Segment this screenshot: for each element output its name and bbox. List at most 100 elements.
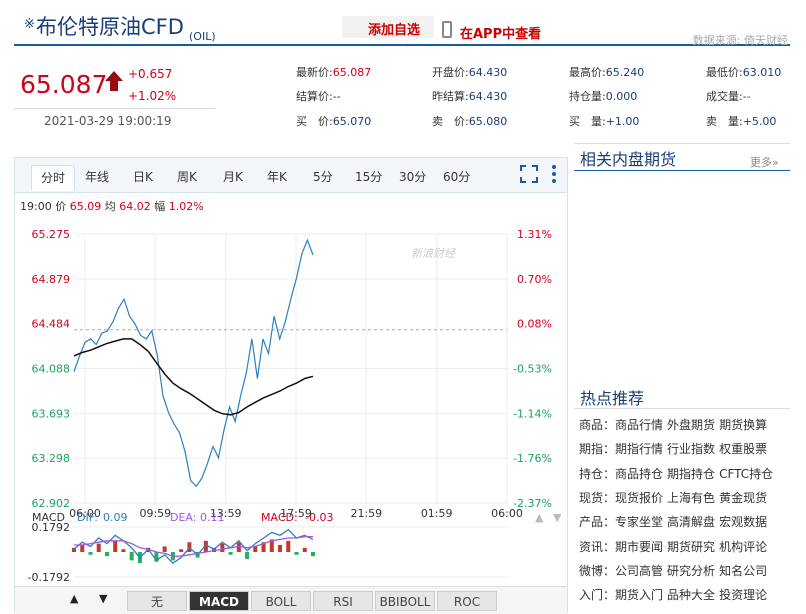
info-price-label: 价 xyxy=(55,200,67,213)
add-favorite-button[interactable]: 添加自选 xyxy=(342,16,434,38)
quote-field: 持仓量:0.000 xyxy=(569,88,637,104)
colon: ： xyxy=(603,515,616,530)
hot-link[interactable]: 现货报价 xyxy=(615,491,663,505)
quote-label: 卖 价: xyxy=(432,115,469,128)
quote-field: 成交量:-- xyxy=(706,88,751,104)
colon: ： xyxy=(603,442,616,457)
quote-value: 64.430 xyxy=(468,66,508,79)
quote-value: +5.00 xyxy=(742,115,777,128)
hot-link[interactable]: 知名公司 xyxy=(719,564,767,578)
x-tick-label: 06:00 xyxy=(491,507,523,520)
quote-value: -- xyxy=(332,90,341,103)
tab-0[interactable]: 分时 xyxy=(31,165,76,191)
x-tick-label: 21:59 xyxy=(350,507,382,520)
quote-value: 65.070 xyxy=(332,115,372,128)
indicator-tab-0[interactable]: 无 xyxy=(127,591,187,611)
hot-link[interactable]: 期市要闻 xyxy=(615,540,663,554)
hot-link[interactable]: 商品持仓 xyxy=(615,467,663,481)
hot-link[interactable]: 期货入门 xyxy=(615,588,663,602)
macd-bar xyxy=(121,549,126,552)
tab-4[interactable]: 月K xyxy=(223,168,243,185)
hot-row: 微博：公司高管 研究分析 知名公司 xyxy=(579,562,806,586)
indicator-tab-2[interactable]: BOLL xyxy=(251,591,311,611)
hot-link[interactable]: 宏观数据 xyxy=(719,515,767,529)
hot-link[interactable]: 公司高管 xyxy=(615,564,663,578)
macd-dea-line xyxy=(74,536,313,557)
hot-link[interactable]: 商品行情 xyxy=(615,418,663,432)
title-bar: ※ 布伦特原油CFD (OIL) 添加自选 在APP中查看 数据来源: 倚天财经 xyxy=(14,8,790,47)
quote-label: 卖 量: xyxy=(706,115,743,128)
y-tick-label: 64.088 xyxy=(32,363,71,376)
quote-field: 最低价:63.010 xyxy=(706,64,781,80)
quote-label: 开盘价: xyxy=(432,66,469,79)
tab-9[interactable]: 60分 xyxy=(443,168,470,185)
related-underline xyxy=(574,170,790,171)
tab-1[interactable]: 年线 xyxy=(85,168,109,185)
indicator-tab-3[interactable]: RSI xyxy=(313,591,373,611)
macd-dif-value: 0.09 xyxy=(103,511,128,524)
hot-link[interactable]: 高清解盘 xyxy=(667,515,715,529)
hot-link[interactable]: 机构评论 xyxy=(719,540,767,554)
y-tick-label: 65.275 xyxy=(32,228,71,241)
info-avg-label: 均 xyxy=(104,200,116,213)
colon: ： xyxy=(603,466,616,481)
divider xyxy=(13,108,215,109)
hot-link[interactable]: 期指持仓 xyxy=(667,467,715,481)
indicator-bar: ▲ ▼ 无 MACD BOLL RSI BBIBOLL ROC xyxy=(15,586,567,614)
hot-link[interactable]: 期货换算 xyxy=(719,418,767,432)
quote-value: 65.240 xyxy=(605,66,645,79)
hot-link[interactable]: 专家坐堂 xyxy=(615,515,663,529)
scroll-up-icon[interactable]: ▲ xyxy=(70,592,78,605)
indicator-tab-5[interactable]: ROC xyxy=(437,591,497,611)
hot-row: 入门：期货入门 品种大全 投资理论 xyxy=(579,586,806,610)
colon: ： xyxy=(603,588,616,603)
more-options-icon[interactable] xyxy=(551,164,557,184)
hot-link[interactable]: 上海有色 xyxy=(667,491,715,505)
hot-link[interactable]: 品种大全 xyxy=(667,588,715,602)
price-line xyxy=(73,238,314,488)
hot-category: 商品 xyxy=(579,418,604,432)
macd-top-label: 0.1792 xyxy=(32,521,71,534)
tab-7[interactable]: 15分 xyxy=(355,168,382,185)
hot-link[interactable]: 权重股票 xyxy=(719,442,767,456)
macd-scroll-up-icon[interactable]: ▲ xyxy=(535,511,544,524)
sidebar-divider xyxy=(574,143,790,144)
hot-link[interactable]: 期指行情 xyxy=(615,442,663,456)
hot-link[interactable]: 外盘期货 xyxy=(667,418,715,432)
chart-tabs: 分时 年线 日K 周K 月K 年K 5分 15分 30分 60分 xyxy=(15,158,567,193)
scroll-down-icon[interactable]: ▼ xyxy=(99,592,107,605)
hot-link[interactable]: 投资理论 xyxy=(719,588,767,602)
macd-scroll-down-icon[interactable]: ▼ xyxy=(553,511,562,524)
quote-field: 最新价:65.087 xyxy=(296,64,371,80)
quote-field: 买 价:65.070 xyxy=(296,113,371,129)
hot-link[interactable]: CFTC持仓 xyxy=(719,467,773,481)
hot-row: 商品：商品行情 外盘期货 期货换算 xyxy=(579,416,806,440)
colon: ： xyxy=(603,490,616,505)
phone-icon xyxy=(442,21,452,38)
macd-dif-line xyxy=(73,528,314,565)
quote-label: 最高价: xyxy=(569,66,606,79)
intraday-chart[interactable]: 新浪财经 65.275 1.31% 64.879 0.70% 64.484 0.08% 64.… xyxy=(15,215,567,585)
indicator-tab-4[interactable]: BBIBOLL xyxy=(375,591,435,611)
tab-8[interactable]: 30分 xyxy=(399,168,426,185)
tab-6[interactable]: 5分 xyxy=(313,168,333,185)
tab-5[interactable]: 年K xyxy=(267,168,287,185)
hot-link[interactable]: 黄金现货 xyxy=(719,491,767,505)
tab-3[interactable]: 周K xyxy=(177,168,197,185)
more-link[interactable]: 更多» xyxy=(750,154,779,170)
macd-bar xyxy=(179,549,184,552)
macd-bar xyxy=(129,552,134,561)
title-star: ※ xyxy=(24,17,35,32)
open-in-app-link[interactable]: 在APP中查看 xyxy=(460,23,541,42)
indicator-tab-1[interactable]: MACD xyxy=(189,591,249,611)
tab-2[interactable]: 日K xyxy=(133,168,153,185)
hot-link[interactable]: 期货研究 xyxy=(667,540,715,554)
average-line xyxy=(73,338,314,416)
x-tick-label: 01:59 xyxy=(421,507,453,520)
hot-link[interactable]: 行业指数 xyxy=(667,442,715,456)
hot-link[interactable]: 研究分析 xyxy=(667,564,715,578)
macd-bar xyxy=(162,546,167,552)
macd-bar xyxy=(80,545,85,552)
fullscreen-icon[interactable] xyxy=(520,165,538,183)
y-tick-label: 63.298 xyxy=(32,452,71,465)
